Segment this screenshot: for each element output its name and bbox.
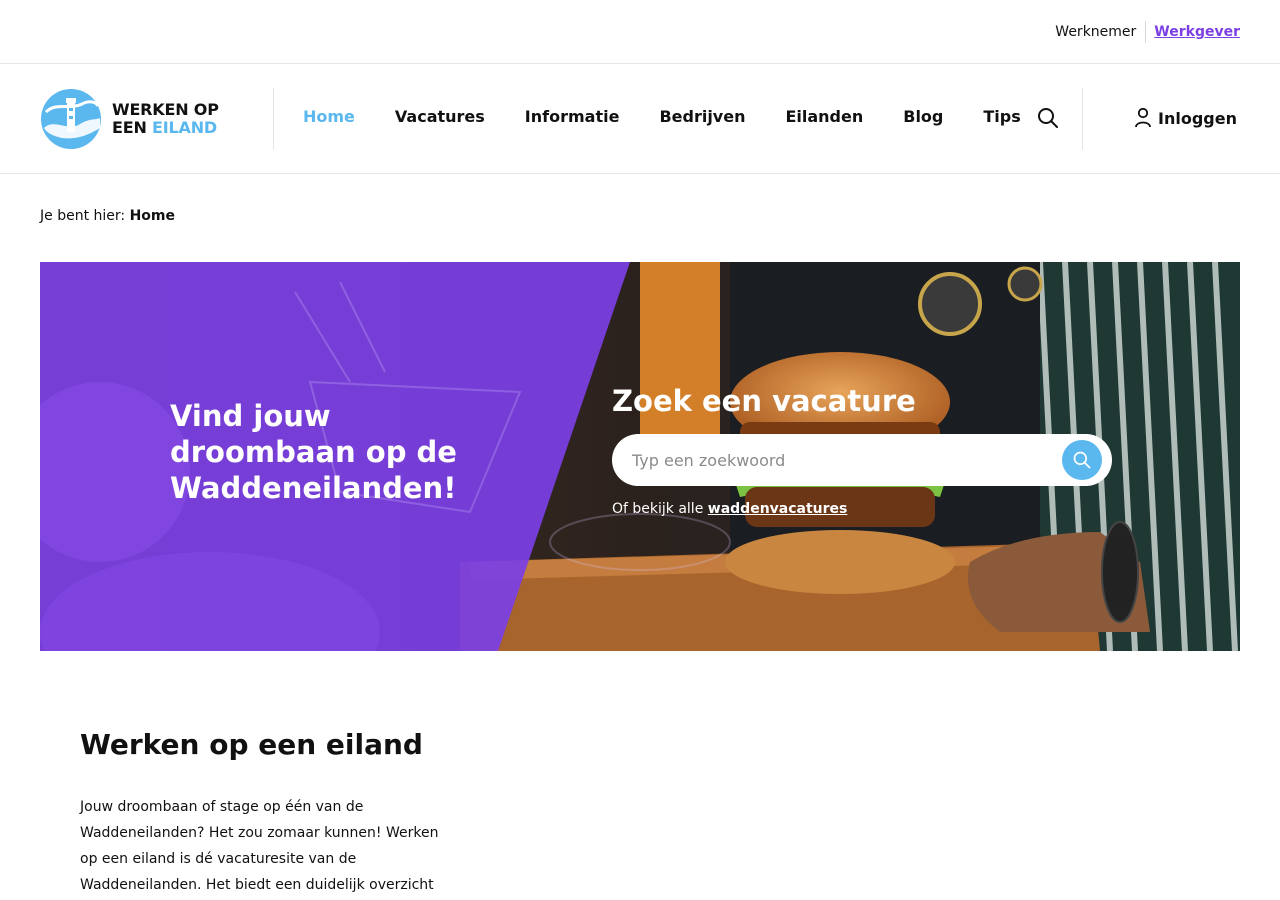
logo-word-een: EEN <box>112 118 147 137</box>
header-divider-right <box>1082 88 1083 150</box>
main-nav: Home Vacatures Informatie Bedrijven Eila… <box>303 107 1021 126</box>
nav-item-blog[interactable]: Blog <box>903 107 943 126</box>
werkgever-link[interactable]: Werkgever <box>1154 24 1240 40</box>
user-icon <box>1135 107 1151 128</box>
audience-switch: Werknemer Werkgever <box>1055 21 1240 43</box>
divider <box>1145 21 1147 43</box>
search-input[interactable] <box>632 448 1052 472</box>
nav-item-eilanden[interactable]: Eilanden <box>785 107 863 126</box>
search-icon <box>1073 451 1091 469</box>
nav-item-informatie[interactable]: Informatie <box>525 107 620 126</box>
hero-all-vacancies: Of bekijk alle waddenvacatures <box>612 501 847 517</box>
waddenvacatures-link[interactable]: waddenvacatures <box>708 501 848 517</box>
hero-link-prefix: Of bekijk alle <box>612 501 704 517</box>
logo-word-eiland: EILAND <box>152 118 217 137</box>
lighthouse-logo-icon <box>41 89 101 149</box>
search-title: Zoek een vacature <box>612 384 916 418</box>
nav-item-home[interactable]: Home <box>303 107 355 126</box>
breadcrumb: Je bent hier: Home <box>40 208 175 224</box>
intro-title: Werken op een eiland <box>80 728 423 761</box>
hero-title: Vind jouw droombaan op de Waddeneilanden… <box>170 399 457 505</box>
breadcrumb-prefix: Je bent hier: <box>40 208 126 224</box>
search-icon[interactable] <box>1036 106 1060 130</box>
intro-text: Jouw droombaan of stage op één van de Wa… <box>80 799 439 893</box>
nav-item-tips[interactable]: Tips <box>983 107 1020 126</box>
top-utility-bar: Werknemer Werkgever <box>0 0 1280 64</box>
login-label: Inloggen <box>1158 108 1237 128</box>
search-submit-button[interactable] <box>1062 440 1102 480</box>
werknemer-link[interactable]: Werknemer <box>1055 24 1136 40</box>
logo-line-2: EEN EILAND <box>112 119 219 137</box>
nav-item-bedrijven[interactable]: Bedrijven <box>659 107 745 126</box>
breadcrumb-current[interactable]: Home <box>130 208 175 224</box>
login-button[interactable]: Inloggen <box>1134 107 1237 129</box>
logo-line-1: WERKEN OP <box>112 100 219 119</box>
nav-item-vacatures[interactable]: Vacatures <box>395 107 485 126</box>
site-logo[interactable]: WERKEN OP EEN EILAND <box>40 88 219 150</box>
vacancy-search-box <box>612 434 1112 486</box>
header-divider <box>273 88 274 150</box>
hero-banner: Vind jouw droombaan op de Waddeneilanden… <box>40 262 1240 651</box>
logo-wordmark: WERKEN OP EEN EILAND <box>112 101 219 137</box>
main-header: WERKEN OP EEN EILAND Home Vacatures Info… <box>0 64 1280 174</box>
